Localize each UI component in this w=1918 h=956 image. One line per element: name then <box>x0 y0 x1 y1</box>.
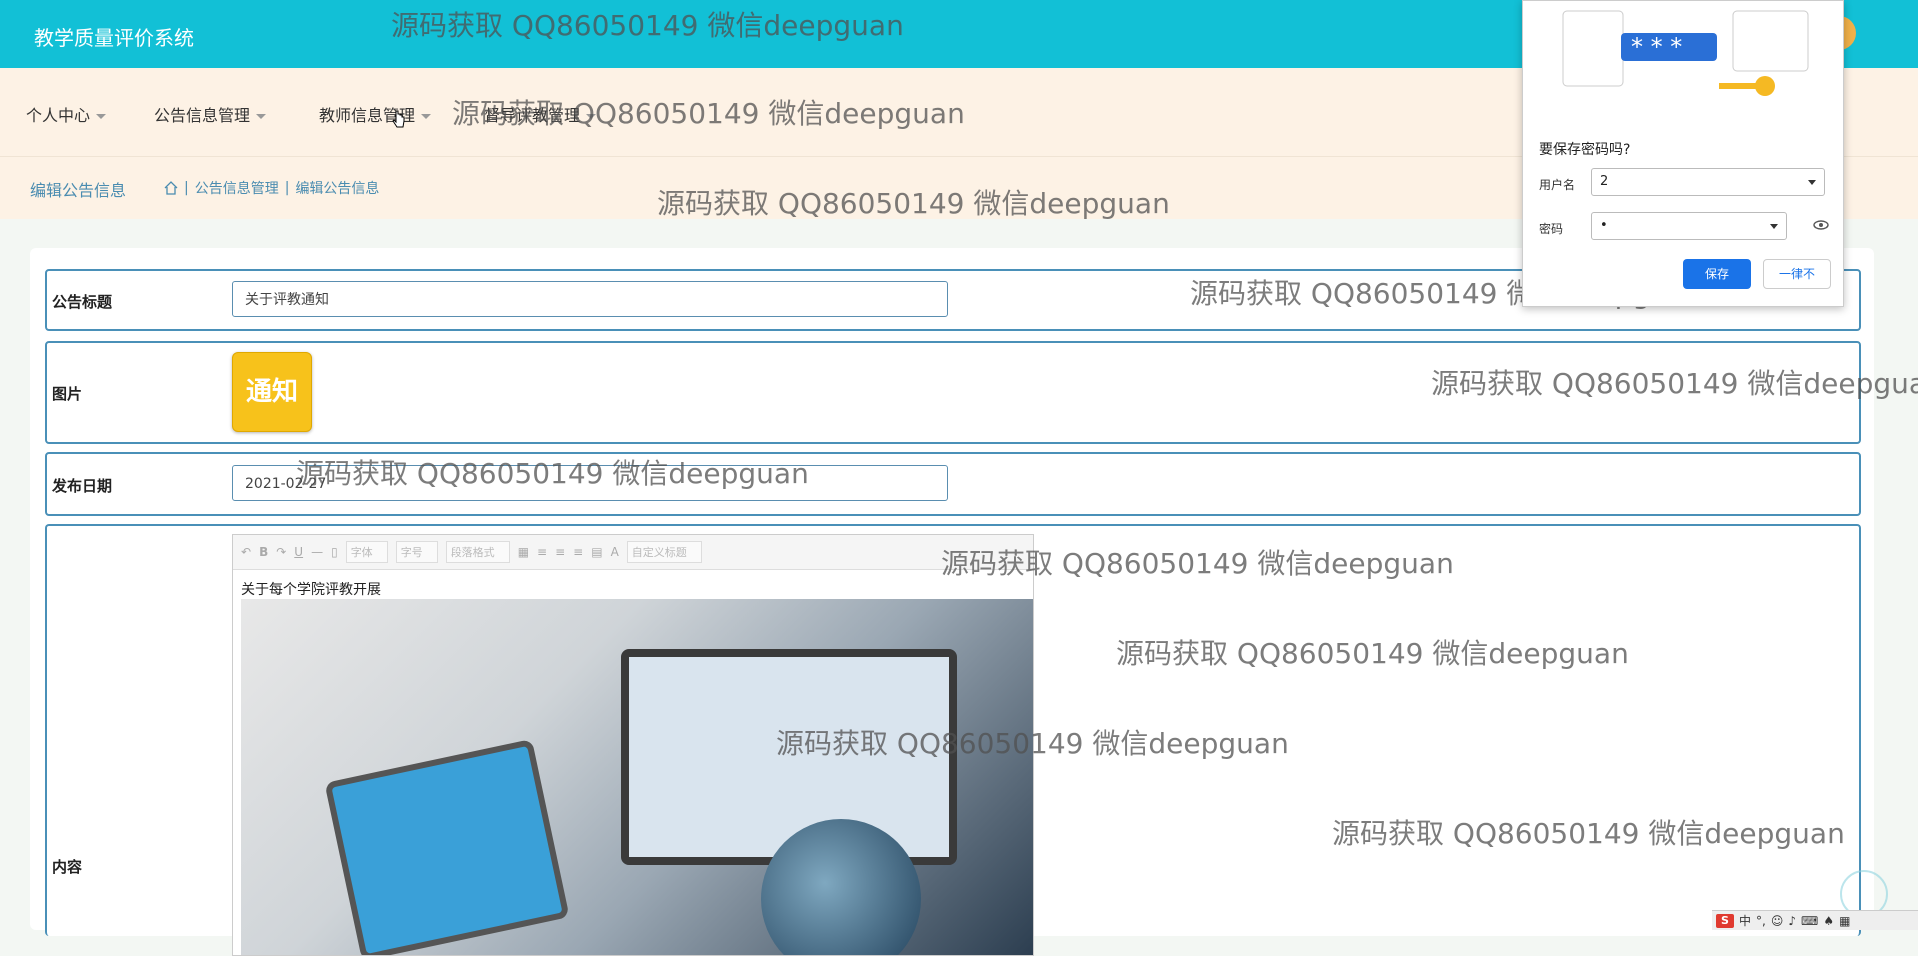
align-left-icon[interactable]: ≡ <box>537 545 547 559</box>
rich-text-editor[interactable]: ↶ B ↷ U — ▯ 字体 字号 段落格式 ▦ ≡ ≡ ≡ ▤ A 自定义标题… <box>232 534 1034 956</box>
undo-icon[interactable]: ↶ <box>241 545 251 559</box>
save-password-button[interactable]: 保存 <box>1683 259 1751 289</box>
date-label: 发布日期 <box>52 477 113 495</box>
nav-item-supervisor-evaluation[interactable]: 督导评教管理 <box>484 102 597 126</box>
nav-item-label: 个人中心 <box>26 106 91 125</box>
app-title: 教学质量评价系统 <box>34 26 194 50</box>
font-select[interactable]: 字体 <box>345 541 388 563</box>
redo-icon[interactable]: ↷ <box>276 545 286 559</box>
nav-item-notice-management[interactable]: 公告信息管理 <box>154 102 267 126</box>
date-input[interactable]: 2021-02-27 <box>232 465 948 501</box>
password-illustration-icon: * * * <box>1562 10 1809 96</box>
nav-item-teacher-management[interactable]: 教师信息管理 <box>319 102 432 126</box>
horizontal-rule-icon[interactable]: — <box>311 545 323 559</box>
skin-icon[interactable]: ♠ <box>1823 914 1834 928</box>
breadcrumb-separator: | <box>184 180 189 196</box>
microphone-icon[interactable]: ♪ <box>1788 914 1796 928</box>
notice-image[interactable]: 通知 <box>232 352 312 432</box>
username-value: 2 <box>1600 174 1609 189</box>
save-password-question: 要保存密码吗? <box>1539 142 1631 158</box>
editor-toolbar: ↶ B ↷ U — ▯ 字体 字号 段落格式 ▦ ≡ ≡ ≡ ▤ A 自定义标题 <box>233 535 1033 570</box>
password-label: 密码 <box>1539 222 1564 236</box>
home-icon[interactable] <box>164 181 178 195</box>
password-value: • <box>1600 218 1608 233</box>
bold-icon[interactable]: B <box>259 545 268 559</box>
paragraph-format-select[interactable]: 段落格式 <box>445 541 510 563</box>
title-label: 公告标题 <box>52 293 113 311</box>
chevron-down-icon <box>256 114 267 119</box>
mouse-cursor-icon <box>392 110 405 128</box>
sogou-logo-icon[interactable]: S <box>1716 913 1734 928</box>
breadcrumb-item-notice-management[interactable]: 公告信息管理 <box>195 178 279 198</box>
underline-icon[interactable]: U <box>294 545 303 559</box>
custom-heading-select[interactable]: 自定义标题 <box>626 541 702 563</box>
eye-icon[interactable] <box>1813 220 1829 230</box>
chevron-down-icon <box>1808 180 1816 185</box>
image-label: 图片 <box>52 385 83 403</box>
chevron-down-icon <box>96 114 107 119</box>
content-label: 内容 <box>52 858 83 876</box>
form-row-date: 发布日期 2021-02-27 <box>45 452 1861 516</box>
tablet-graphic <box>324 738 570 955</box>
page-title: 编辑公告信息 <box>30 181 127 200</box>
form-row-content: 内容 ↶ B ↷ U — ▯ 字体 字号 段落格式 ▦ ≡ ≡ ≡ ▤ A 自定… <box>45 524 1861 956</box>
nav-item-label: 公告信息管理 <box>154 106 251 125</box>
title-input[interactable]: 关于评教通知 <box>232 281 948 317</box>
never-save-button[interactable]: 一律不 <box>1763 259 1831 289</box>
align-justify-icon[interactable]: ▤ <box>591 545 602 559</box>
breadcrumb-separator: | <box>284 180 290 196</box>
ime-toolbar: S 中 °, ☺ ♪ ⌨ ♠ ▦ <box>1712 910 1918 930</box>
table-icon[interactable]: ▦ <box>518 545 529 559</box>
grid-menu-icon[interactable]: ▦ <box>1839 914 1850 928</box>
font-size-select[interactable]: 字号 <box>395 541 438 563</box>
chevron-down-icon <box>586 114 597 119</box>
username-label: 用户名 <box>1539 178 1576 192</box>
nav-item-label: 督导评教管理 <box>484 106 581 125</box>
align-right-icon[interactable]: ≡ <box>573 545 583 559</box>
chevron-down-icon <box>421 114 432 119</box>
punctuation-icon[interactable]: °, <box>1756 914 1766 928</box>
font-color-icon[interactable]: A <box>611 545 619 559</box>
chevron-down-icon <box>1770 224 1778 229</box>
save-password-dialog: * * * 要保存密码吗? 用户名 2 密码 • 保存 一律不 <box>1522 0 1844 307</box>
username-select[interactable]: 2 <box>1591 168 1825 196</box>
content-image[interactable] <box>241 599 1033 955</box>
keyboard-icon[interactable]: ⌨ <box>1801 914 1818 928</box>
breadcrumb: | 公告信息管理 | 编辑公告信息 <box>164 178 379 198</box>
breadcrumb-item-edit-notice: 编辑公告信息 <box>295 181 380 197</box>
laptop-screen-graphic <box>621 649 957 865</box>
form-row-image: 图片 通知 <box>45 341 1861 444</box>
editor-content-text[interactable]: 关于每个学院评教开展 <box>241 579 381 599</box>
align-center-icon[interactable]: ≡ <box>555 545 565 559</box>
ime-mode[interactable]: 中 <box>1739 912 1751 929</box>
document-icon[interactable]: ▯ <box>331 545 338 559</box>
nav-item-personal-center[interactable]: 个人中心 <box>26 102 107 126</box>
emoji-icon[interactable]: ☺ <box>1771 914 1784 928</box>
password-select[interactable]: • <box>1591 212 1787 240</box>
svg-text:* * *: * * * <box>1631 33 1682 61</box>
